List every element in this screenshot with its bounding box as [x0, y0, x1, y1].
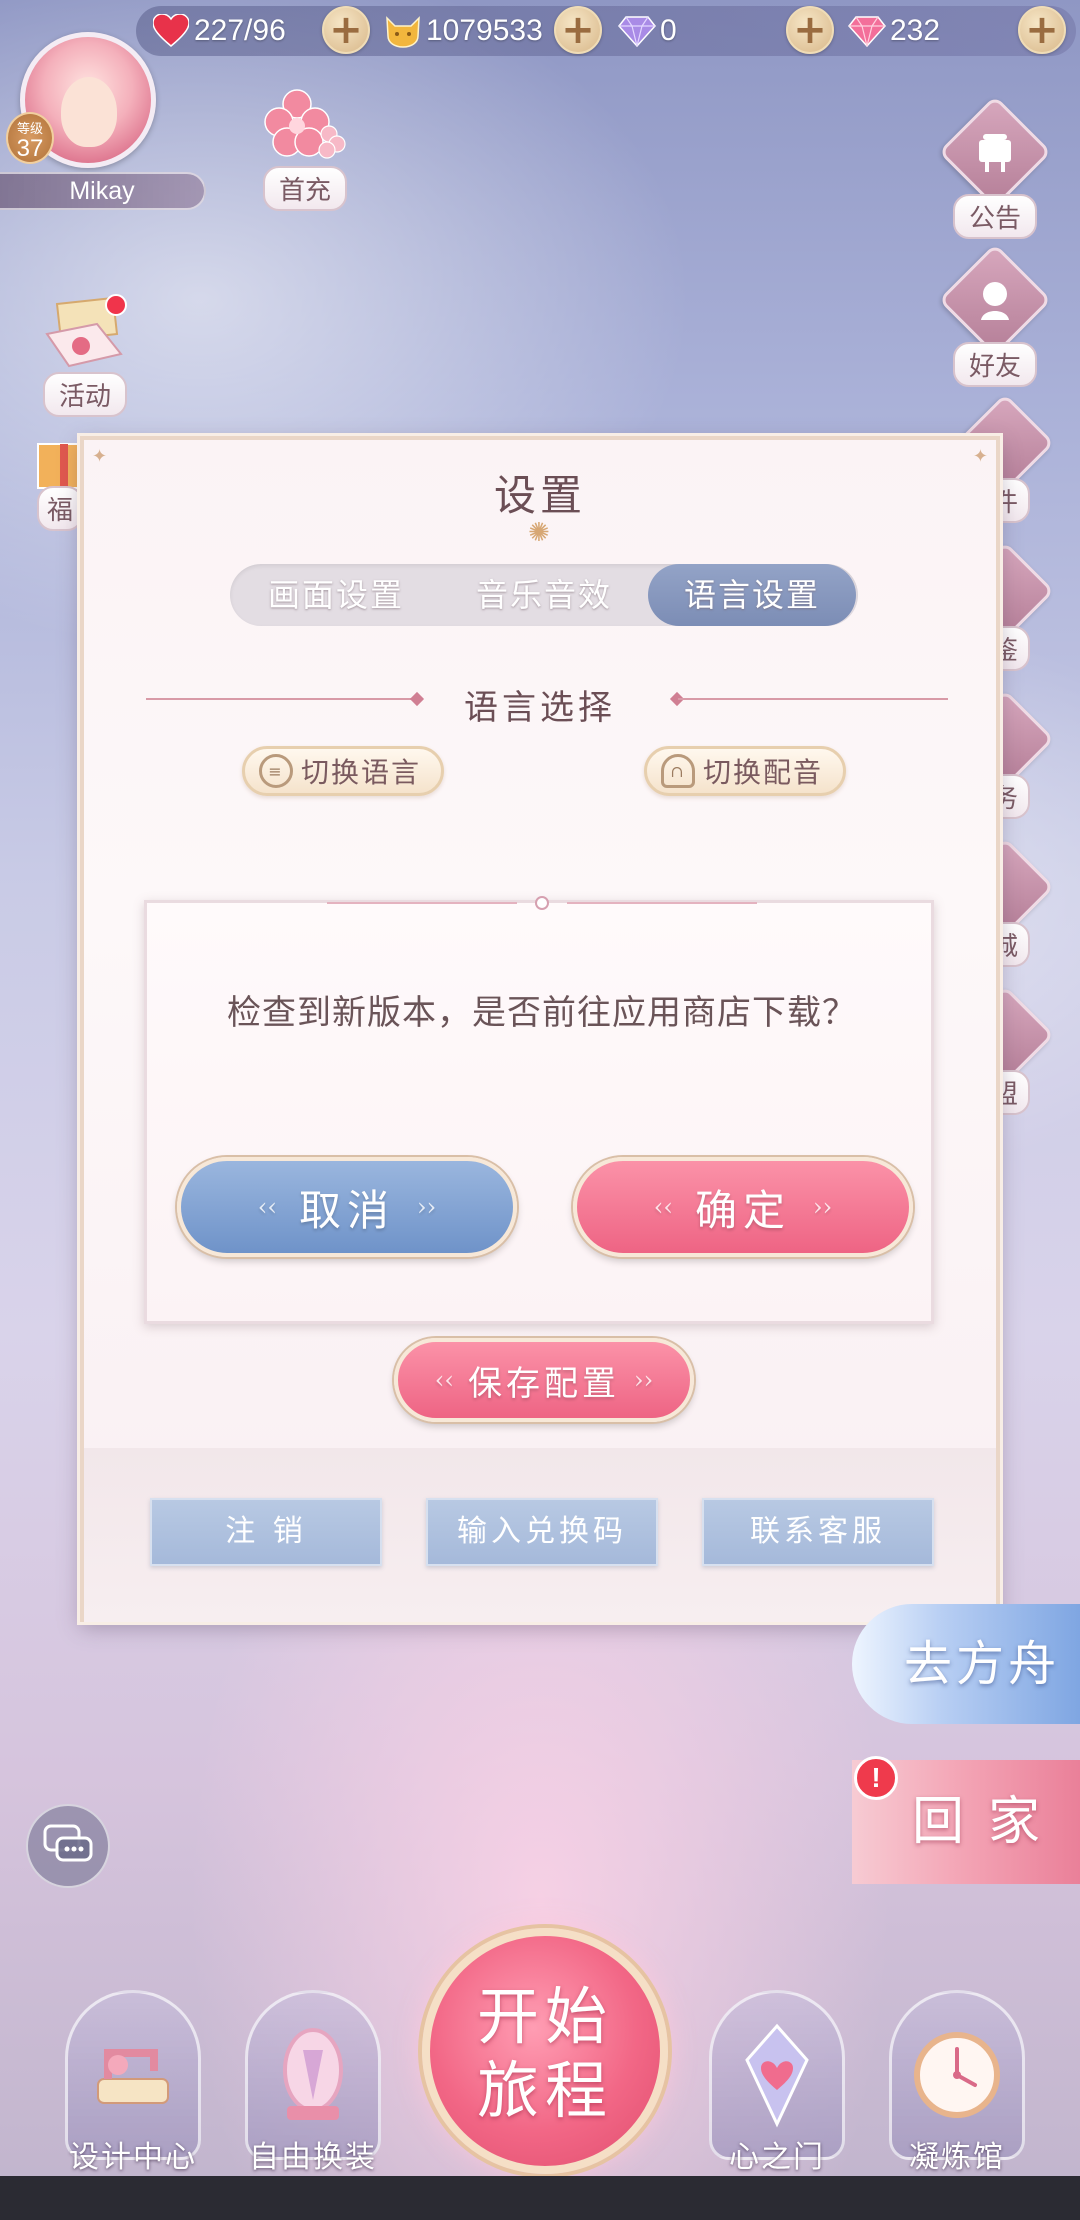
friends-button[interactable]: 好友 — [938, 243, 1052, 387]
sakura-icon — [257, 78, 353, 174]
level-value: 37 — [16, 135, 44, 162]
heart-icon — [152, 12, 190, 50]
save-config-button[interactable]: ‹‹ 保存配置 ›› — [394, 1338, 694, 1422]
tab-display-settings[interactable]: 画面设置 — [232, 564, 440, 626]
add-crystal-button[interactable]: + — [1018, 6, 1066, 54]
headphones-icon: ∩ — [661, 754, 695, 788]
update-dialog: 检查到新版本，是否前往应用商店下载？ ‹‹ 取消 ›› ‹‹ 确定 ›› — [144, 896, 934, 1324]
chevron-right-icon: ›› — [634, 1366, 654, 1394]
activity-button[interactable]: 活动 — [30, 284, 140, 417]
system-navigation-bar — [0, 2176, 1080, 2220]
save-config-label: 保存配置 — [468, 1363, 620, 1404]
refinery-label: 凝炼馆 — [909, 2140, 1005, 2175]
logout-button[interactable]: 注 销 — [150, 1498, 382, 1566]
switch-voice-label: 切换配音 — [703, 756, 824, 789]
cat-coin-icon — [384, 12, 422, 50]
settings-panel: ✦ ✦ ✦ ✦ 设置 ✺ 画面设置 音乐音效 语言设置 语言选择 ≡ 切换语言 … — [80, 436, 1000, 1622]
diamond-icon — [618, 12, 656, 50]
friend-person-icon — [938, 243, 1052, 357]
activity-notification-dot — [105, 294, 127, 316]
start-journey-button[interactable]: 开始 旅程 — [422, 1928, 668, 2174]
gold-resource: 1079533 — [384, 8, 543, 54]
gold-value: 1079533 — [426, 14, 543, 47]
refinery-button[interactable]: 凝炼馆 — [884, 1990, 1030, 2176]
pink-crystal-icon — [848, 12, 886, 50]
title-star-icon: ✺ — [528, 518, 550, 548]
add-diamond-button[interactable]: + — [786, 6, 834, 54]
switch-language-button[interactable]: ≡ 切换语言 — [242, 746, 445, 796]
chevron-right-icon: ›› — [813, 1193, 833, 1221]
chat-button[interactable] — [26, 1804, 110, 1888]
first-charge-button[interactable]: 首充 — [250, 78, 360, 211]
crystal-value: 232 — [890, 14, 941, 47]
update-message: 检查到新版本，是否前往应用商店下载？ — [227, 993, 857, 1033]
welfare-label: 福 — [36, 486, 83, 531]
envelope-icon — [37, 284, 133, 380]
switch-voice-button[interactable]: ∩ 切换配音 — [644, 746, 847, 796]
design-center-label: 设计中心 — [69, 2140, 197, 2175]
design-center-button[interactable]: 设计中心 — [60, 1990, 206, 2176]
heart-gate-button[interactable]: 心之门 — [704, 1990, 850, 2176]
activity-label: 活动 — [42, 372, 127, 417]
alert-icon: ! — [854, 1756, 898, 1800]
contact-support-button[interactable]: 联系客服 — [702, 1498, 934, 1566]
avatar-face — [61, 77, 117, 147]
settings-tabs: 画面设置 音乐音效 语言设置 — [230, 564, 858, 626]
notice-label: 公告 — [952, 194, 1037, 239]
language-section-title: 语言选择 — [464, 688, 616, 728]
go-ark-button[interactable]: 去方舟 — [852, 1604, 1080, 1724]
chat-bubble-icon — [43, 1824, 93, 1862]
confirm-button[interactable]: ‹‹ 确定 ›› — [573, 1157, 913, 1257]
dialog-ornament — [327, 895, 757, 911]
divider-right — [678, 698, 948, 700]
free-dress-label: 自由换装 — [249, 2140, 377, 2175]
switch-language-label: 切换语言 — [301, 756, 422, 789]
add-gold-button[interactable]: + — [554, 6, 602, 54]
diamond-resource: 0 — [618, 8, 677, 54]
start-journey-line1: 开始 — [476, 1980, 613, 2053]
stamina-value: 227/96 — [194, 14, 286, 47]
diamond-value: 0 — [660, 14, 677, 47]
chevron-left-icon: ‹‹ — [434, 1366, 454, 1394]
stamina-resource: 227/96 — [152, 8, 286, 54]
free-dress-button[interactable]: 自由换装 — [240, 1990, 386, 2176]
cancel-label: 取消 — [298, 1185, 395, 1235]
speech-bubble-icon: ≡ — [259, 754, 293, 788]
chevron-right-icon: ›› — [417, 1193, 437, 1221]
confirm-label: 确定 — [694, 1185, 791, 1235]
start-journey-line2: 旅程 — [476, 2054, 613, 2127]
tab-audio-settings[interactable]: 音乐音效 — [440, 564, 648, 626]
settings-title: 设置 — [493, 471, 586, 520]
player-name: Mikay — [0, 172, 206, 210]
chevron-left-icon: ‹‹ — [653, 1193, 673, 1221]
tab-language-settings[interactable]: 语言设置 — [648, 564, 856, 626]
cancel-button[interactable]: ‹‹ 取消 ›› — [177, 1157, 517, 1257]
notice-button[interactable]: 公告 — [938, 95, 1052, 239]
heart-gate-label: 心之门 — [729, 2140, 825, 2175]
level-badge: 等级 37 — [6, 112, 54, 164]
first-charge-label: 首充 — [262, 166, 347, 211]
crystal-resource: 232 — [848, 8, 940, 54]
chevron-left-icon: ‹‹ — [257, 1193, 277, 1221]
redeem-code-button[interactable]: 输入兑换码 — [426, 1498, 658, 1566]
friends-label: 好友 — [952, 342, 1037, 387]
add-stamina-button[interactable]: + — [322, 6, 370, 54]
notice-board-icon — [938, 95, 1052, 209]
